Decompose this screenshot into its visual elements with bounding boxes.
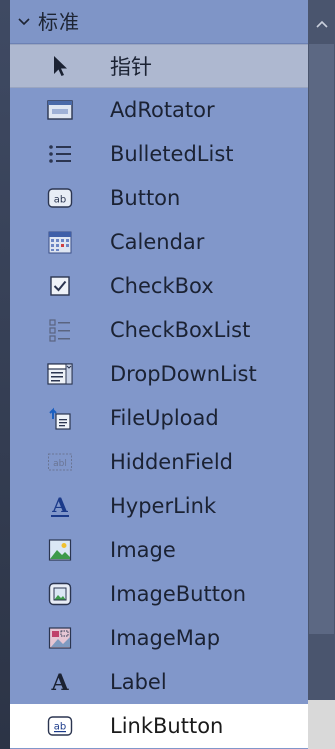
svg-text:A: A [51,493,68,517]
file-upload-icon [47,405,73,431]
scrollbar-track-lower[interactable] [308,700,335,749]
svg-text:abl: abl [53,459,67,469]
calendar-icon [47,229,73,255]
toolbox-item-label: ImageButton [110,582,247,606]
link-button-icon: ab [47,713,73,739]
background-edge [0,0,10,749]
toolbox-item-label: Label [110,670,167,694]
scrollbar-thumb[interactable] [309,44,334,634]
svg-text:ab: ab [54,195,66,206]
button-ab-icon: ab [47,185,73,211]
checkbox-list-icon [47,317,73,343]
toolbox-item-button[interactable]: ab Button [10,176,308,220]
label-icon: A [47,669,73,695]
toolbox-item-checkbox[interactable]: CheckBox [10,264,308,308]
toolbox-item-checkboxlist[interactable]: CheckBoxList [10,308,308,352]
toolbox-item-bulletedlist[interactable]: BulletedList [10,132,308,176]
toolbox-group-header[interactable]: 标准 [10,0,308,44]
group-title: 标准 [38,9,80,34]
checkbox-icon [47,273,73,299]
toolbox-item-adrotator[interactable]: AdRotator [10,88,308,132]
toolbox-item-label: HyperLink [110,494,217,518]
toolbox-item-fileupload[interactable]: FileUpload [10,396,308,440]
toolbox-item-label: BulletedList [110,142,234,166]
toolbox-item-imagemap[interactable]: ImageMap [10,616,308,660]
toolbox-item-calendar[interactable]: Calendar [10,220,308,264]
toolbox-item-label: AdRotator [110,98,215,122]
toolbox-item-label: CheckBoxList [110,318,251,342]
image-icon [47,537,73,563]
toolbox-item-label[interactable]: A Label [10,660,308,704]
toolbox-item-hyperlink[interactable]: A HyperLink [10,484,308,528]
toolbox-item-list: 指针 AdRotator BulletedList ab Button Cale… [10,44,308,748]
toolbox-item-label: 指针 [110,55,152,79]
chevron-down-icon[interactable] [18,16,30,28]
pointer-icon [47,53,73,79]
hyperlink-icon: A [47,493,73,519]
bulleted-list-icon [47,141,73,167]
hidden-field-icon: abl [47,449,73,475]
toolbox-item-label: HiddenField [110,450,233,474]
toolbox-item-linkbutton[interactable]: ab LinkButton [10,704,308,748]
image-button-icon [47,581,73,607]
vertical-scrollbar[interactable] [308,0,335,749]
dropdown-list-icon [47,361,73,387]
toolbox-item-dropdownlist[interactable]: DropDownList [10,352,308,396]
toolbox-item-hiddenfield[interactable]: abl HiddenField [10,440,308,484]
toolbox-item-label: LinkButton [110,714,224,738]
toolbox-item-pointer[interactable]: 指针 [10,44,308,88]
toolbox-item-label: FileUpload [110,406,219,430]
toolbox-item-imagebutton[interactable]: ImageButton [10,572,308,616]
toolbox-item-image[interactable]: Image [10,528,308,572]
scroll-up-button[interactable] [308,0,335,44]
toolbox-item-label: Calendar [110,230,205,254]
toolbox-item-label: Image [110,538,176,562]
toolbox-item-label: CheckBox [110,274,214,298]
toolbox-item-label: Button [110,186,181,210]
chevron-up-icon [315,13,328,32]
image-map-icon [47,625,73,651]
svg-text:A: A [50,670,69,695]
toolbox-item-label: DropDownList [110,362,257,386]
adrotator-icon [47,97,73,123]
toolbox-item-label: ImageMap [110,626,221,650]
svg-text:ab: ab [54,722,66,733]
